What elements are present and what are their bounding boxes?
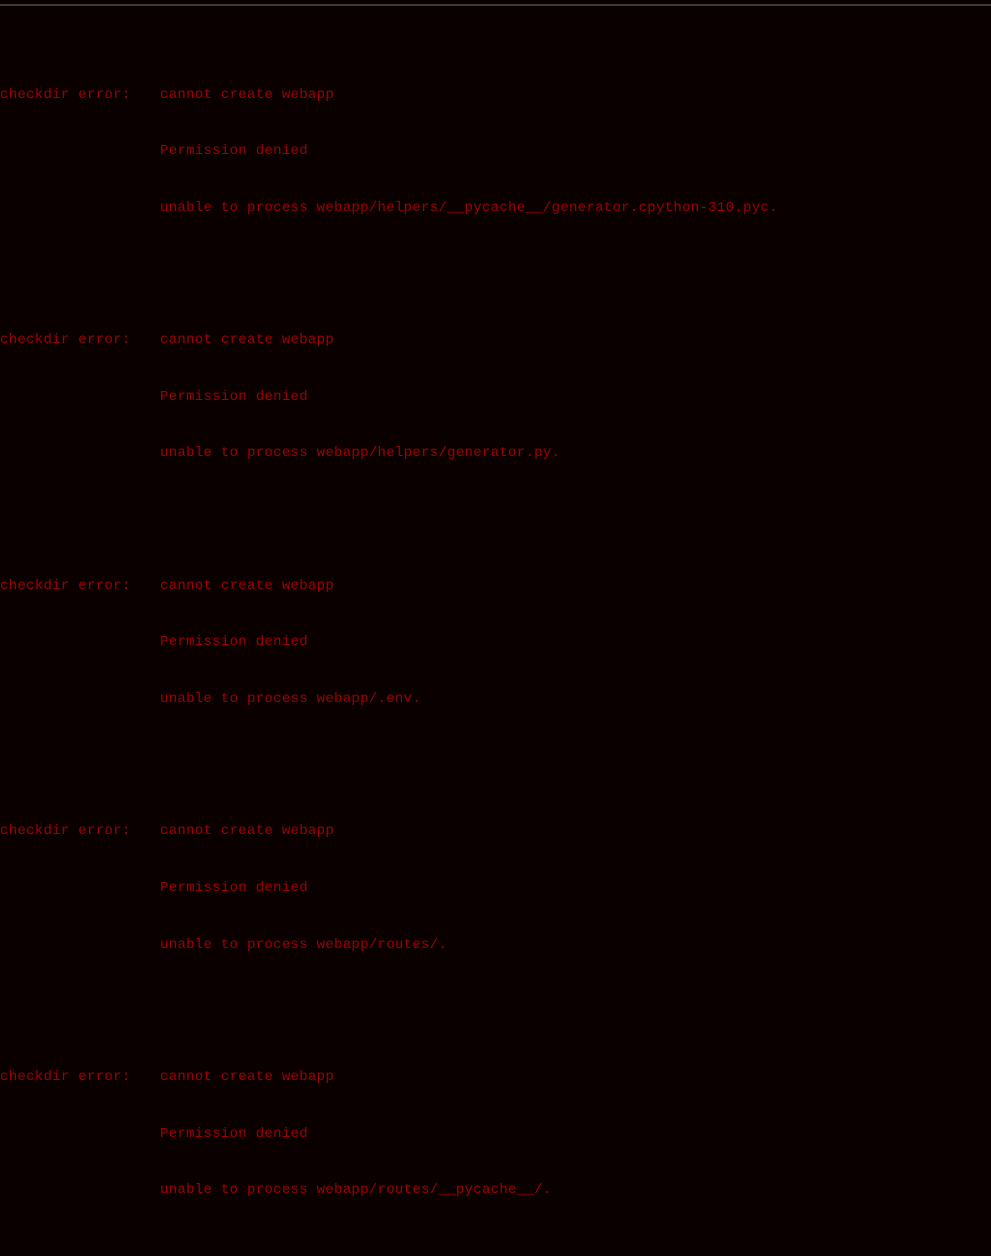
unable-prefix: unable to process (160, 1182, 317, 1198)
error-block-2: checkdir error:cannot create webapp Perm… (0, 539, 991, 747)
unable-prefix: unable to process (160, 691, 317, 707)
unable-prefix: unable to process (160, 445, 317, 461)
cannot-create-msg: cannot create webapp (160, 87, 334, 103)
cannot-create-msg: cannot create webapp (160, 578, 334, 594)
window-top-border (0, 4, 991, 6)
error-path: webapp/helpers/__pycache__/generator.cpy… (317, 200, 778, 216)
checkdir-label: checkdir error: (0, 577, 160, 596)
error-path: webapp/helpers/generator.py. (317, 445, 561, 461)
error-block-0: checkdir error:cannot create webapp Perm… (0, 48, 991, 256)
unable-prefix: unable to process (160, 937, 317, 953)
terminal-output[interactable]: checkdir error:cannot create webapp Perm… (0, 10, 991, 1256)
permission-denied-msg: Permission denied (0, 1125, 991, 1144)
error-path: webapp/routes/. (317, 937, 448, 953)
checkdir-label: checkdir error: (0, 822, 160, 841)
permission-denied-msg: Permission denied (0, 142, 991, 161)
error-block-3: checkdir error:cannot create webapp Perm… (0, 785, 991, 993)
cannot-create-msg: cannot create webapp (160, 1069, 334, 1085)
checkdir-label: checkdir error: (0, 86, 160, 105)
error-block-4: checkdir error:cannot create webapp Perm… (0, 1030, 991, 1238)
error-path: webapp/.env. (317, 691, 421, 707)
permission-denied-msg: Permission denied (0, 879, 991, 898)
permission-denied-msg: Permission denied (0, 388, 991, 407)
checkdir-label: checkdir error: (0, 331, 160, 350)
error-path: webapp/routes/__pycache__/. (317, 1182, 552, 1198)
unable-prefix: unable to process (160, 200, 317, 216)
cannot-create-msg: cannot create webapp (160, 332, 334, 348)
checkdir-label: checkdir error: (0, 1068, 160, 1087)
permission-denied-msg: Permission denied (0, 633, 991, 652)
error-block-1: checkdir error:cannot create webapp Perm… (0, 293, 991, 501)
cannot-create-msg: cannot create webapp (160, 823, 334, 839)
